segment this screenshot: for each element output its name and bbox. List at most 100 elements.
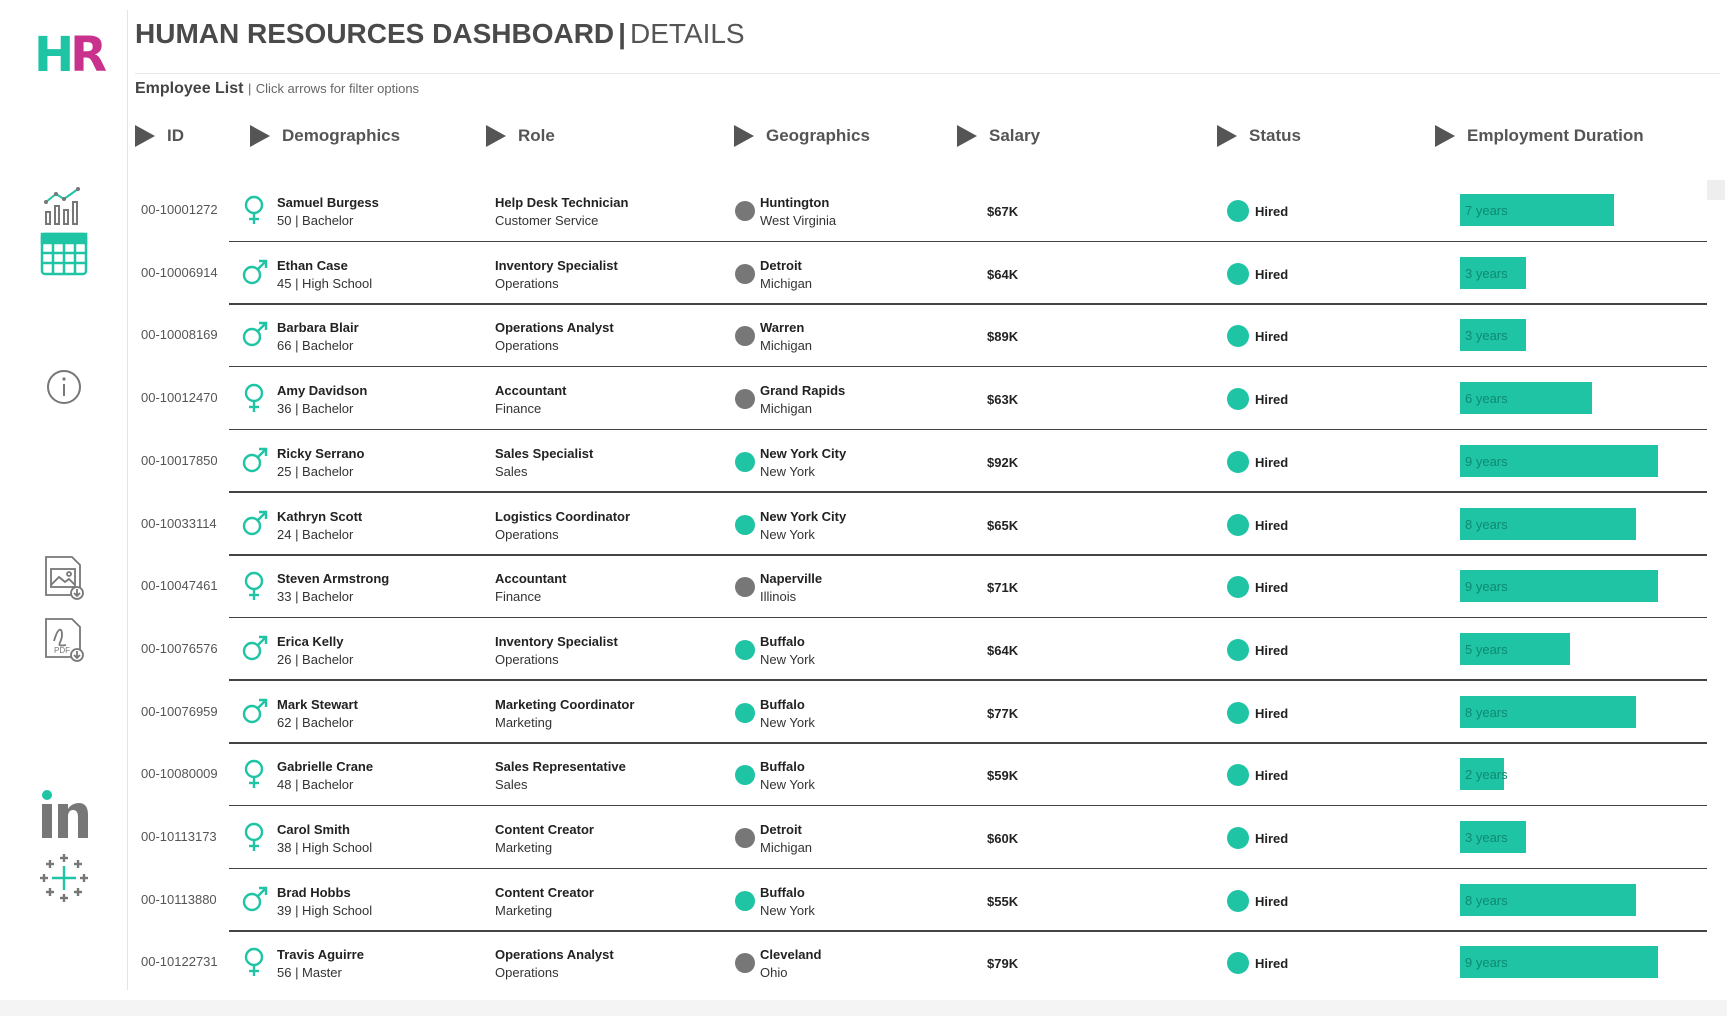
location-dot-icon — [735, 828, 755, 848]
employee-name: Samuel Burgess — [277, 195, 379, 210]
job-title: Inventory Specialist — [495, 633, 618, 649]
demographics-cell: Travis Aguirre 56 | Master — [277, 946, 364, 980]
salary: $63K — [987, 392, 1019, 408]
status-dot-icon — [1227, 450, 1249, 473]
geographics-cell: Buffalo New York — [760, 884, 815, 920]
role-cell: Operations Analyst Operations — [495, 319, 614, 355]
state: New York — [760, 902, 815, 918]
table-row[interactable]: 00-10017850 Ricky Serrano 25 | Bachelor Sal… — [135, 431, 1707, 493]
demographics-cell: Kathryn Scott 24 | Bachelor — [277, 508, 362, 544]
filter-geographics[interactable]: Geographics — [734, 122, 870, 150]
pdf-download-icon[interactable]: PDF — [34, 610, 94, 670]
filter-arrow-icon[interactable] — [957, 125, 977, 147]
location-dot-icon — [735, 326, 755, 347]
male-icon — [241, 257, 268, 287]
demographics-cell: Brad Hobbs 39 | High School — [277, 884, 372, 920]
age-education: 50 | Bachelor — [277, 213, 354, 228]
duration-label: 9 years — [1465, 955, 1508, 971]
table-row[interactable]: 00-10047461 Steven Armstrong 33 | Bachelor… — [135, 556, 1707, 619]
table-row[interactable]: 00-10076959 Mark Stewart 62 | Bachelor Mark… — [135, 682, 1707, 744]
age-education: 56 | Master — [277, 965, 342, 980]
state: Michigan — [760, 840, 813, 855]
state: New York — [760, 651, 815, 667]
age-education: 33 | Bachelor — [277, 589, 354, 605]
filter-salary[interactable]: Salary — [957, 122, 1040, 150]
location-dot-icon — [735, 890, 755, 911]
scrollbar[interactable] — [1707, 180, 1725, 200]
filter-arrow-icon[interactable] — [1217, 125, 1237, 147]
status-dot-icon — [1227, 889, 1249, 912]
duration-bar: 9 years — [1460, 946, 1658, 979]
details-table-icon[interactable] — [34, 223, 94, 283]
city: Grand Rapids — [760, 383, 846, 399]
sidebar: HR PDF — [0, 0, 128, 1016]
status-label: Hired — [1255, 454, 1289, 470]
male-icon — [241, 884, 268, 914]
filter-arrow-icon[interactable] — [1435, 125, 1455, 147]
duration-label: 9 years — [1465, 453, 1508, 469]
state: New York — [760, 463, 815, 479]
employee-id: 00-10001272 — [141, 202, 218, 217]
employee-id: 00-10076576 — [141, 640, 218, 656]
department: Sales — [495, 777, 528, 793]
sidebar-divider — [127, 10, 128, 990]
duration-bar: 3 years — [1460, 256, 1526, 289]
table-row[interactable]: 00-10008169 Barbara Blair 66 | Bachelor Ope… — [135, 305, 1707, 368]
status-dot-icon — [1227, 388, 1249, 411]
salary: $64K — [987, 266, 1019, 282]
demographics-cell: Amy Davidson 36 | Bachelor — [277, 382, 367, 418]
filter-employment-duration[interactable]: Employment Duration — [1435, 122, 1644, 150]
image-download-icon[interactable] — [34, 548, 94, 608]
filter-arrow-icon[interactable] — [486, 125, 506, 147]
employee-table: 00-10001272 Samuel Burgess 50 | Bachelor He… — [135, 180, 1707, 980]
state: New York — [760, 714, 815, 730]
employee-name: Barbara Blair — [277, 320, 359, 336]
status-label: Hired — [1255, 768, 1289, 784]
department: Marketing — [495, 902, 553, 918]
info-icon[interactable] — [34, 357, 94, 417]
employee-id: 00-10076959 — [141, 703, 218, 719]
job-title: Accountant — [495, 571, 567, 587]
filter-arrow-icon[interactable] — [135, 125, 155, 147]
table-row[interactable]: 00-10012470 Amy Davidson 36 | Bachelor Acco… — [135, 368, 1707, 431]
table-row[interactable]: 00-10001272 Samuel Burgess 50 | Bachelor He… — [135, 180, 1707, 242]
duration-bar: 3 years — [1460, 821, 1526, 853]
employee-name: Erica Kelly — [277, 633, 344, 649]
status-dot-icon — [1227, 325, 1249, 348]
status-dot-icon — [1227, 952, 1249, 975]
status-label: Hired — [1255, 580, 1289, 596]
linkedin-icon[interactable] — [34, 785, 94, 845]
employee-name: Brad Hobbs — [277, 884, 351, 900]
department: Sales — [495, 463, 528, 479]
employee-name: Carol Smith — [277, 822, 350, 837]
hr-logo: HR — [34, 27, 107, 83]
filter-role[interactable]: Role — [486, 122, 555, 150]
table-row[interactable]: 00-10006914 Ethan Case 45 | High School Inv… — [135, 243, 1707, 305]
job-title: Sales Specialist — [495, 445, 594, 461]
table-row[interactable]: 00-10076576 Erica Kelly 26 | Bachelor Inven… — [135, 619, 1707, 681]
geographics-cell: New York City New York — [760, 508, 846, 544]
table-row[interactable]: 00-10080009 Gabrielle Crane 48 | Bachelor S… — [135, 744, 1707, 807]
filter-demographics[interactable]: Demographics — [250, 122, 400, 150]
age-education: 24 | Bachelor — [277, 526, 354, 542]
department: Operations — [495, 275, 559, 291]
duration-label: 3 years — [1465, 328, 1508, 344]
filter-arrow-icon[interactable] — [250, 125, 270, 147]
filter-id[interactable]: ID — [135, 122, 184, 150]
status-label: Hired — [1255, 642, 1289, 658]
role-cell: Content Creator Marketing — [495, 884, 594, 920]
table-row[interactable]: 00-10033114 Kathryn Scott 24 | Bachelor Log… — [135, 494, 1707, 556]
filter-status[interactable]: Status — [1217, 122, 1301, 150]
table-row[interactable]: 00-10122731 Travis Aguirre 56 | Master Oper… — [135, 932, 1707, 980]
role-cell: Operations Analyst Operations — [495, 946, 614, 980]
table-row[interactable]: 00-10113880 Brad Hobbs 39 | High School Con… — [135, 870, 1707, 932]
location-dot-icon — [735, 201, 755, 221]
city: New York City — [760, 445, 847, 461]
employee-name: Steven Armstrong — [277, 571, 390, 587]
table-row[interactable]: 00-10113173 Carol Smith 38 | High School Co… — [135, 807, 1707, 869]
filter-arrow-icon[interactable] — [734, 125, 754, 147]
tableau-icon[interactable] — [34, 848, 94, 908]
department: Customer Service — [495, 213, 599, 228]
employee-name: Mark Stewart — [277, 696, 358, 712]
status-dot-icon — [1227, 638, 1249, 661]
